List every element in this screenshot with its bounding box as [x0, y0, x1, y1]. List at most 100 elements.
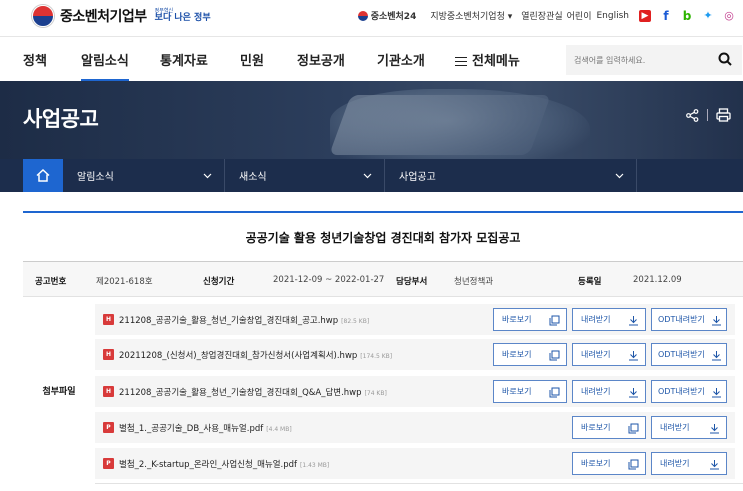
breadcrumb-business-notice[interactable]: 사업공고 — [385, 159, 637, 192]
banner-tablet-image — [329, 95, 551, 155]
info-dept-value: 청년정책과 — [454, 277, 494, 287]
view-button[interactable]: 바로보기 — [493, 380, 567, 403]
file-name[interactable]: 211208_공공기술_활용_청년_기술창업_경진대회_Q&A_답변.hwp [7… — [119, 386, 387, 398]
file-size: [82.5 KB] — [341, 318, 370, 325]
share-icon[interactable] — [686, 108, 699, 122]
file-row: H 211208_공공기술_활용_청년_기술창업_경진대회_Q&A_답변.hwp… — [95, 376, 735, 407]
nav-statistics[interactable]: 통계자료 — [160, 50, 208, 69]
search-icon[interactable] — [718, 52, 732, 66]
nav-policy[interactable]: 정책 — [23, 50, 47, 69]
slogan-main: 보다 나은 정부 — [154, 13, 211, 23]
odt-download-button[interactable]: ODT내려받기 — [651, 380, 727, 403]
download-button[interactable]: 내려받기 — [572, 308, 646, 331]
chevron-down-icon — [615, 173, 624, 179]
download-icon — [629, 351, 638, 361]
link-regional-office[interactable]: 지방중소벤처기업청 ▾ — [430, 9, 512, 22]
youtube-icon[interactable]: ▶ — [639, 9, 651, 22]
ministry-logo[interactable]: 중소벤처기업부 정부혁신 보다 나은 정부 — [32, 5, 211, 27]
view-button[interactable]: 바로보기 — [572, 416, 646, 439]
file-size: [74 KB] — [364, 390, 387, 397]
nav-about[interactable]: 기관소개 — [377, 50, 425, 69]
info-period-label: 신청기간 — [203, 277, 235, 287]
file-name[interactable]: 211208_공공기술_활용_청년_기술창업_경진대회_공고.hwp [82.5 … — [119, 314, 369, 326]
search-input[interactable] — [566, 45, 706, 75]
download-icon — [629, 316, 638, 326]
taegeuk-emblem-icon — [32, 5, 54, 27]
top-bar: 중소벤처기업부 정부혁신 보다 나은 정부 중소벤처24 지방중소벤처기업청 ▾… — [0, 0, 743, 36]
twitter-icon[interactable]: ✦ — [702, 9, 714, 22]
breadcrumb: 알림소식 새소식 사업공고 — [0, 159, 743, 192]
attachments-label: 첨부파일 — [42, 387, 76, 397]
link-kids[interactable]: 어린이 — [567, 9, 592, 22]
print-icon[interactable] — [716, 108, 731, 122]
chevron-down-icon — [203, 173, 212, 179]
nav-news[interactable]: 알림소식 — [81, 50, 129, 82]
page-banner: 사업공고 — [0, 81, 743, 159]
download-icon — [629, 388, 638, 398]
link-smes24-label: 중소벤처24 — [370, 12, 417, 22]
breadcrumb-new-news[interactable]: 새소식 — [225, 159, 385, 192]
odt-download-button[interactable]: ODT내려받기 — [651, 308, 727, 331]
file-name[interactable]: 20211208_(신청서)_창업경진대회_참가신청서(사업계획서).hwp [1… — [119, 349, 392, 361]
page-title: 사업공고 — [23, 107, 99, 131]
download-button[interactable]: 내려받기 — [651, 416, 727, 439]
preview-icon — [628, 423, 639, 434]
nav-disclosure[interactable]: 정보공개 — [297, 50, 345, 69]
title-divider — [23, 211, 743, 213]
instagram-icon[interactable]: ◎ — [723, 9, 735, 22]
download-button[interactable]: 내려받기 — [572, 380, 646, 403]
view-button[interactable]: 바로보기 — [572, 452, 646, 475]
pdf-file-icon: P — [103, 422, 114, 433]
download-icon — [712, 388, 721, 398]
link-english[interactable]: English — [597, 11, 630, 21]
breadcrumb-new-news-label: 새소식 — [239, 172, 267, 183]
hwp-file-icon: H — [103, 314, 114, 325]
info-number-value: 제2021-618호 — [96, 277, 153, 287]
link-smes24[interactable]: 중소벤처24 — [357, 9, 417, 22]
attachments-list: H 211208_공공기술_활용_청년_기술창업_경진대회_공고.hwp [82.… — [95, 297, 743, 484]
blog-icon[interactable]: b — [681, 9, 693, 23]
info-date-value: 2021.12.09 — [633, 275, 682, 285]
chevron-down-icon — [363, 173, 372, 179]
download-button[interactable]: 내려받기 — [651, 452, 727, 475]
facebook-icon[interactable]: f — [660, 9, 672, 23]
file-row: H 20211208_(신청서)_창업경진대회_참가신청서(사업계획서).hwp… — [95, 339, 735, 370]
odt-download-button[interactable]: ODT내려받기 — [651, 343, 727, 366]
emblem-small-icon — [357, 10, 368, 21]
file-name[interactable]: 별첨_1._공공기술_DB_사용_매뉴얼.pdf [4.4 MB] — [119, 422, 292, 434]
info-dept-label: 담당부서 — [396, 277, 428, 287]
file-size: [1.43 MB] — [300, 462, 330, 469]
utility-links: 중소벤처24 지방중소벤처기업청 ▾ 열린장관실 어린이 English ▶ f… — [349, 9, 735, 23]
nav-civil-service[interactable]: 민원 — [240, 50, 264, 69]
view-button[interactable]: 바로보기 — [493, 343, 567, 366]
logo-text: 중소벤처기업부 — [60, 9, 147, 25]
post-info-table: 공고번호 제2021-618호 신청기간 2021-12-09 ~ 2022-0… — [23, 261, 743, 297]
file-row: H 211208_공공기술_활용_청년_기술창업_경진대회_공고.hwp [82.… — [95, 304, 735, 335]
info-date-label: 등록일 — [578, 277, 602, 287]
preview-icon — [549, 350, 560, 361]
download-icon — [712, 316, 721, 326]
hwp-file-icon: H — [103, 386, 114, 397]
link-minister-office[interactable]: 열린장관실 — [521, 9, 562, 22]
info-number-label: 공고번호 — [35, 277, 67, 287]
breadcrumb-news[interactable]: 알림소식 — [63, 159, 225, 192]
home-button[interactable] — [23, 159, 63, 192]
nav-all-menu[interactable]: 전체메뉴 — [455, 50, 520, 69]
view-button[interactable]: 바로보기 — [493, 308, 567, 331]
file-name[interactable]: 별첨_2._K-startup_온라인_사업신청_매뉴얼.pdf [1.43 MB… — [119, 458, 329, 470]
home-icon — [36, 169, 50, 182]
download-icon — [712, 351, 721, 361]
download-icon — [710, 460, 719, 470]
hwp-file-icon: H — [103, 349, 114, 360]
pdf-file-icon: P — [103, 458, 114, 469]
file-row: P 별첨_2._K-startup_온라인_사업신청_매뉴얼.pdf [1.43 … — [95, 448, 735, 479]
preview-icon — [628, 459, 639, 470]
file-size: [174.5 KB] — [360, 353, 393, 360]
hamburger-icon — [455, 57, 467, 66]
nav-all-menu-label: 전체메뉴 — [472, 54, 520, 69]
file-size: [4.4 MB] — [266, 426, 292, 433]
download-button[interactable]: 내려받기 — [572, 343, 646, 366]
action-divider — [707, 109, 708, 121]
search-box — [566, 45, 742, 75]
breadcrumb-news-label: 알림소식 — [77, 172, 114, 183]
